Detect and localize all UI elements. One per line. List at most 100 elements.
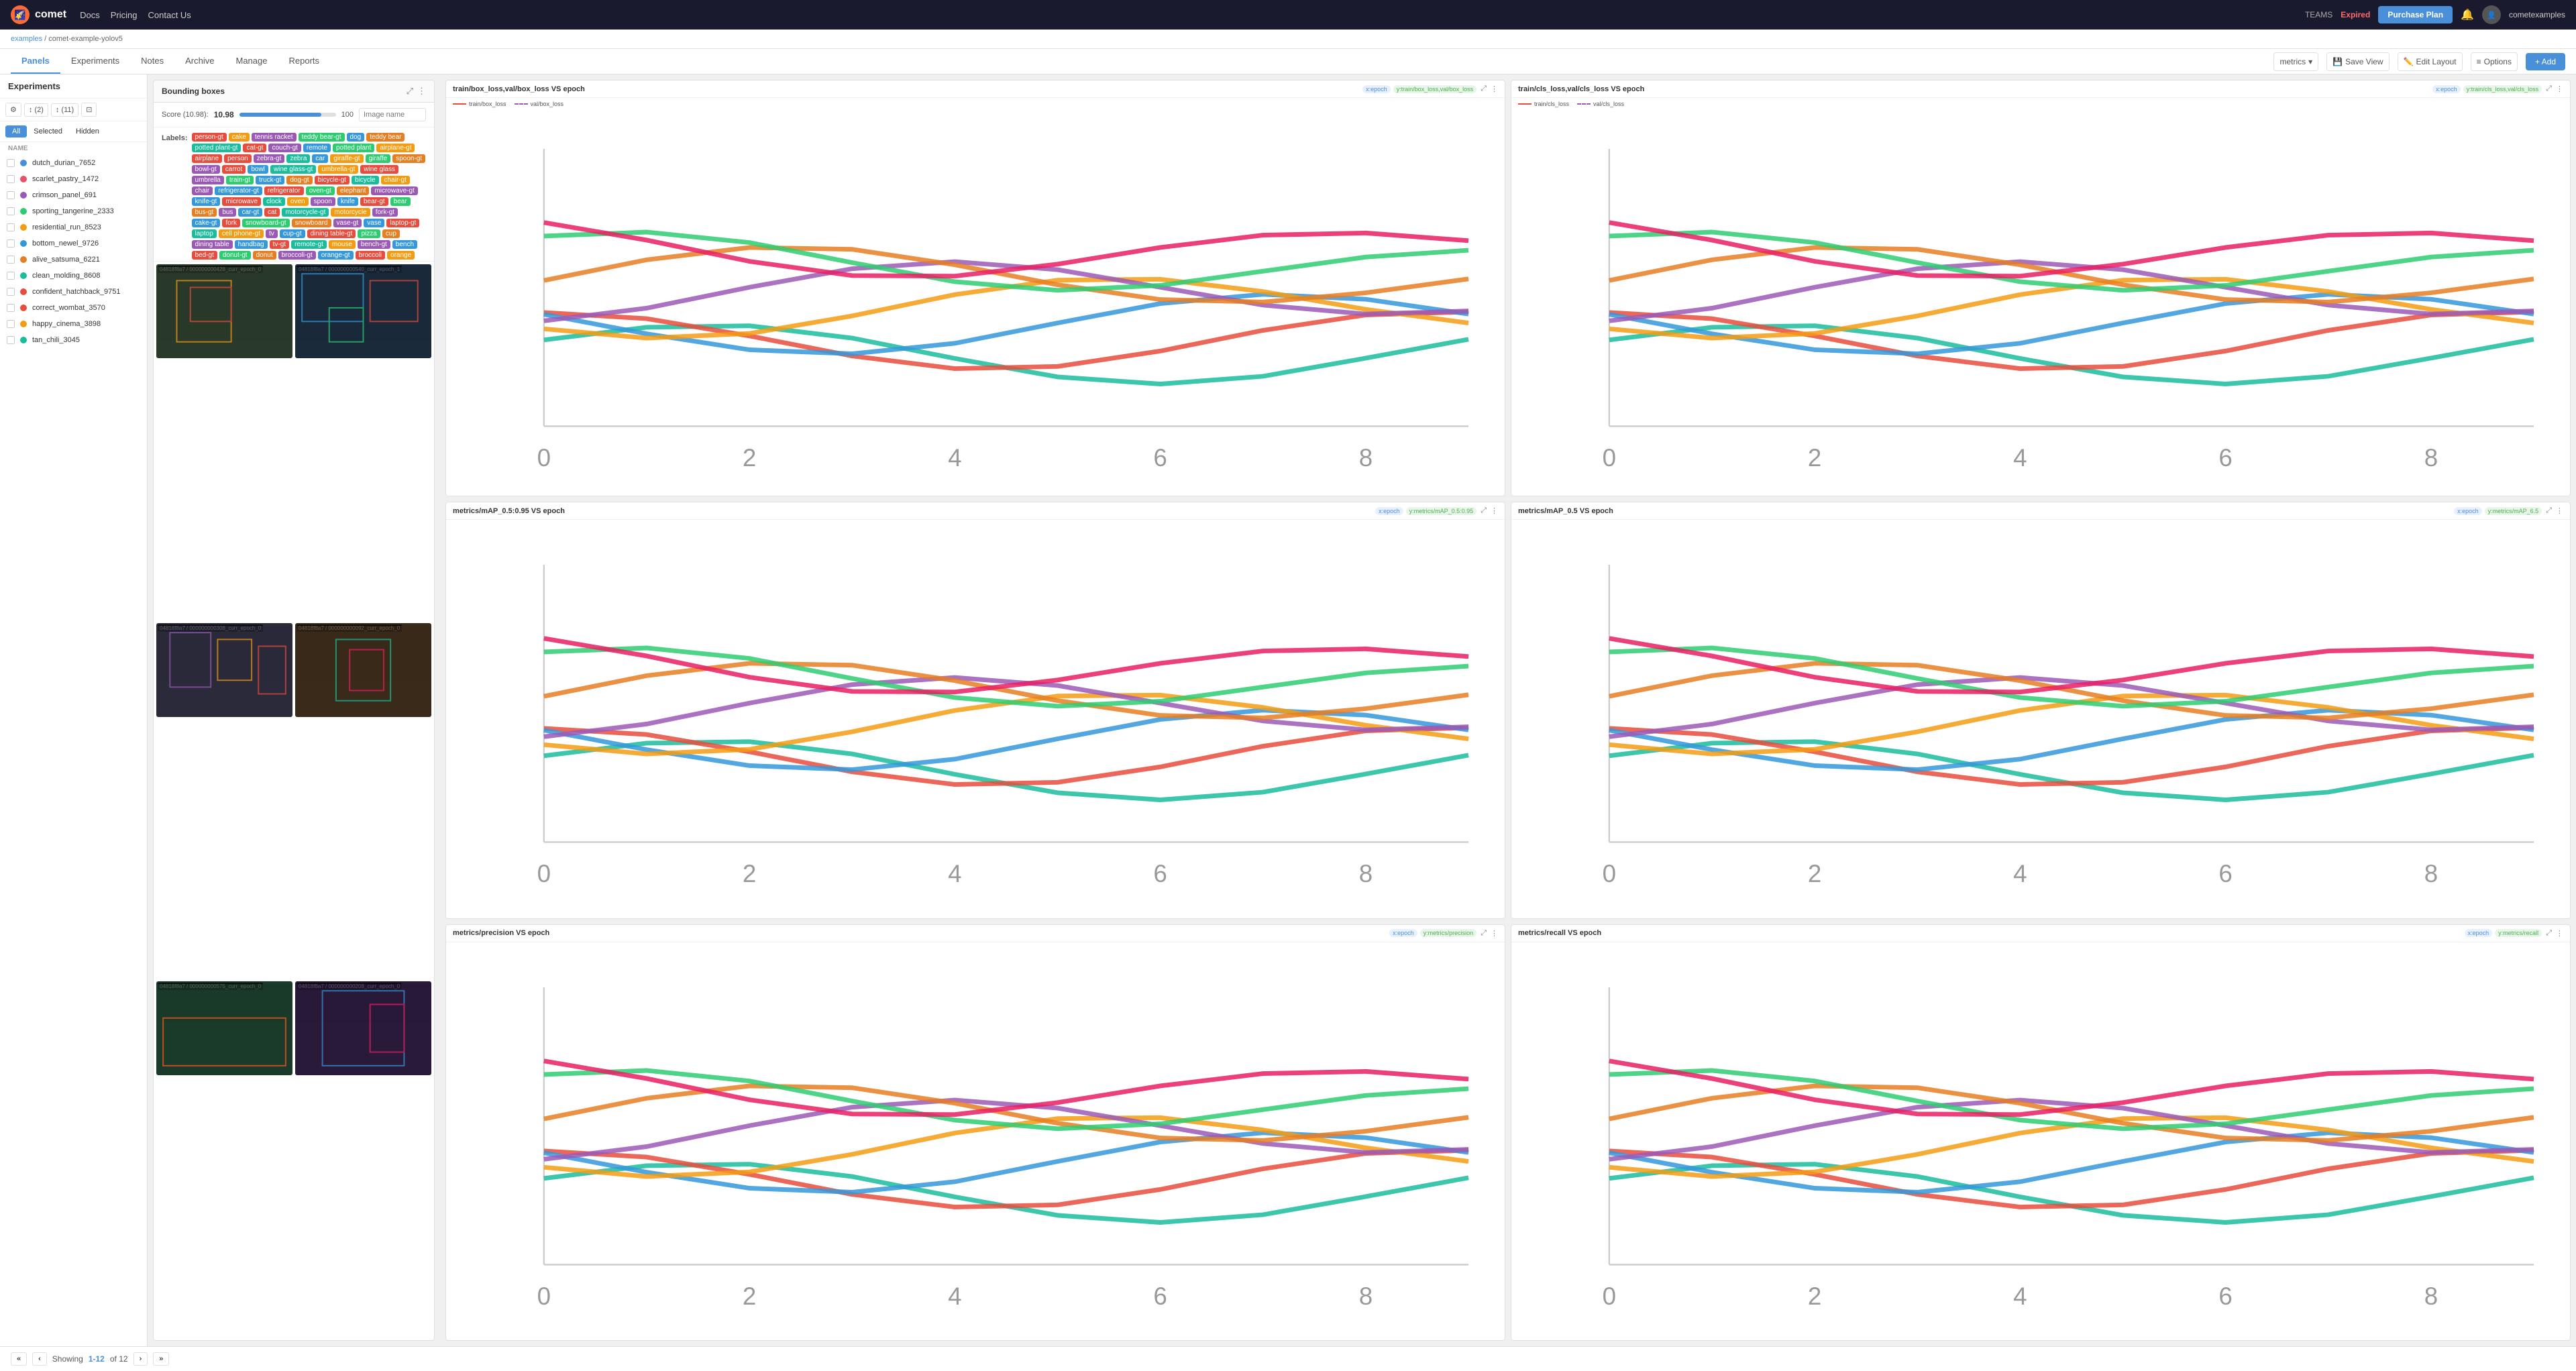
x-tag[interactable]: x:epoch [1362,85,1391,93]
experiment-item[interactable]: crimson_panel_691 [0,187,147,203]
nav-pricing[interactable]: Pricing [111,10,138,20]
image-name-input[interactable] [359,108,426,121]
label-tag[interactable]: cake [229,133,250,142]
metrics-dropdown[interactable]: metrics ▾ [2273,52,2318,71]
expand-icon[interactable]: ⤢ [407,86,413,97]
label-tag[interactable]: bear-gt [360,197,388,206]
tab-manage[interactable]: Manage [225,49,278,74]
label-tag[interactable]: chair-gt [381,176,410,184]
label-tag[interactable]: remote-gt [291,240,327,249]
label-tag[interactable]: dining table-gt [307,229,356,238]
bell-icon[interactable]: 🔔 [2461,8,2474,21]
nav-contact[interactable]: Contact Us [148,10,191,20]
label-tag[interactable]: giraffe-gt [330,154,363,163]
label-tag[interactable]: giraffe [366,154,391,163]
more-chart-icon[interactable]: ⋮ [1491,506,1498,515]
label-tag[interactable]: bowl [248,165,268,174]
more-chart-icon[interactable]: ⋮ [2556,85,2563,93]
x-tag[interactable]: x:epoch [2432,85,2461,93]
label-tag[interactable]: wine glass [360,165,398,174]
label-tag[interactable]: oven [287,197,309,206]
more-icon[interactable]: ⋮ [417,86,426,97]
more-chart-icon[interactable]: ⋮ [1491,929,1498,938]
label-tag[interactable]: airplane [192,154,223,163]
expand-chart-icon[interactable]: ⤢ [1481,85,1487,93]
tab-experiments[interactable]: Experiments [60,49,130,74]
label-tag[interactable]: couch-gt [268,144,301,152]
label-tag[interactable]: truck-gt [256,176,284,184]
label-tag[interactable]: microwave [222,197,261,206]
label-tag[interactable]: motorcycle-gt [282,208,329,217]
label-tag[interactable]: teddy bear-gt [299,133,345,142]
experiment-item[interactable]: residential_run_8523 [0,219,147,235]
edit-layout-button[interactable]: ✏️ Edit Layout [2398,52,2463,71]
x-tag[interactable]: x:epoch [1389,929,1417,937]
image-card[interactable]: 04818f8a7 / 000000000092_curr_epoch_0 [295,623,431,717]
label-tag[interactable]: handbag [235,240,268,249]
exp-checkbox[interactable] [7,175,15,183]
label-tag[interactable]: train-gt [226,176,254,184]
label-tag[interactable]: orange [387,251,415,260]
expand-chart-icon[interactable]: ⤢ [1481,506,1487,515]
experiment-item[interactable]: tan_chili_3045 [0,332,147,348]
more-chart-icon[interactable]: ⋮ [1491,85,1498,93]
label-tag[interactable]: teddy bear [366,133,405,142]
label-tag[interactable]: carrot [222,165,246,174]
label-tag[interactable]: vase-gt [333,219,362,227]
label-tag[interactable]: oven-gt [306,186,335,195]
label-tag[interactable]: snowboard [292,219,331,227]
label-tag[interactable]: refrigerator [264,186,304,195]
label-tag[interactable]: potted plant [333,144,374,152]
label-tag[interactable]: tennis racket [252,133,297,142]
label-tag[interactable]: spoon [311,197,335,206]
label-tag[interactable]: cat-gt [243,144,266,152]
exp-checkbox[interactable] [7,288,15,296]
y-tag[interactable]: y:metrics/recall [2495,929,2542,937]
label-tag[interactable]: knife-gt [192,197,221,206]
label-tag[interactable]: bus-gt [192,208,217,217]
label-tag[interactable]: bench-gt [358,240,390,249]
label-tag[interactable]: broccoli [356,251,385,260]
image-card[interactable]: 04818f8a7 / 000000000540_curr_epoch_1 [295,264,431,358]
y-tag[interactable]: y:metrics/mAP_6.5 [2485,507,2542,515]
x-tag[interactable]: x:epoch [2465,929,2493,937]
label-tag[interactable]: elephant [337,186,369,195]
tab-notes[interactable]: Notes [130,49,174,74]
label-tag[interactable]: pizza [358,229,380,238]
label-tag[interactable]: bear [390,197,411,206]
experiment-item[interactable]: clean_molding_8608 [0,268,147,284]
label-tag[interactable]: person-gt [192,133,227,142]
filter-hidden[interactable]: Hidden [69,125,106,138]
label-tag[interactable]: orange-gt [318,251,354,260]
exp-checkbox[interactable] [7,320,15,328]
label-tag[interactable]: tv-gt [270,240,289,249]
experiment-item[interactable]: alive_satsuma_6221 [0,252,147,268]
label-tag[interactable]: laptop-gt [386,219,419,227]
expand-chart-icon[interactable]: ⤢ [2546,506,2552,515]
label-tag[interactable]: chair [192,186,213,195]
expand-chart-icon[interactable]: ⤢ [2546,85,2552,93]
exp-checkbox[interactable] [7,272,15,280]
label-tag[interactable]: spoon-gt [392,154,425,163]
more-chart-icon[interactable]: ⋮ [2556,929,2563,938]
label-tag[interactable]: bowl-gt [192,165,220,174]
label-tag[interactable]: car-gt [238,208,262,217]
exp-checkbox[interactable] [7,336,15,344]
filter-selected[interactable]: Selected [27,125,69,138]
page-last[interactable]: » [153,1352,169,1366]
label-tag[interactable]: refrigerator-gt [215,186,262,195]
y-tag[interactable]: y:train/box_loss,val/box_loss [1393,85,1477,93]
tab-panels[interactable]: Panels [11,49,60,74]
label-tag[interactable]: donut [253,251,276,260]
experiment-item[interactable]: confident_hatchback_9751 [0,284,147,300]
label-tag[interactable]: bed-gt [192,251,217,260]
label-tag[interactable]: zebra-gt [254,154,285,163]
filter-all[interactable]: All [5,125,27,138]
label-tag[interactable]: cup [382,229,400,238]
label-tag[interactable]: snowboard-gt [242,219,290,227]
ctrl-btn-2[interactable]: ↕ (2) [24,103,48,117]
label-tag[interactable]: broccoli-gt [278,251,316,260]
label-tag[interactable]: cell phone-gt [219,229,264,238]
page-prev[interactable]: ‹ [32,1352,47,1366]
label-tag[interactable]: dining table [192,240,233,249]
